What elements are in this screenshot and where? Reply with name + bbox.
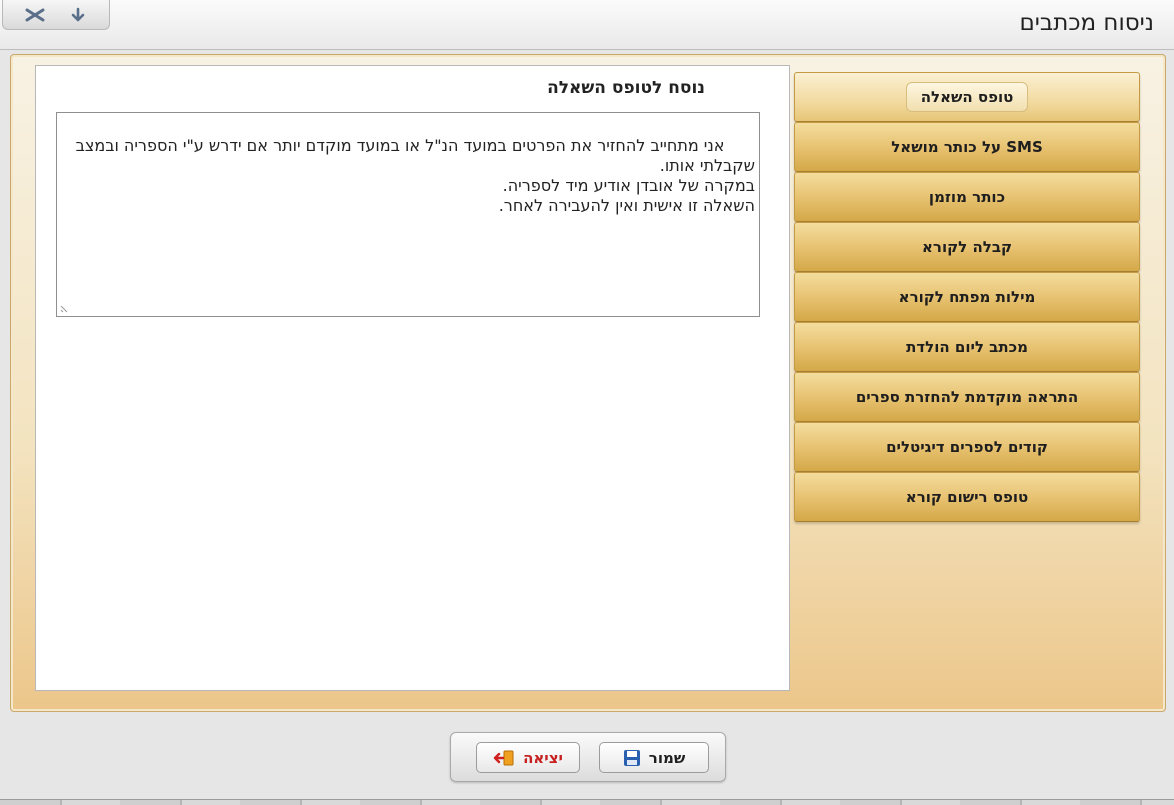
resize-grip-icon[interactable] (59, 302, 71, 314)
exit-icon (493, 750, 514, 765)
menu-item-reader-registration[interactable]: טופס רישום קורא (794, 472, 1140, 522)
save-button-label: שמור (648, 748, 686, 767)
menu-item-label: טופס רישום קורא (905, 488, 1029, 506)
letter-text: אני מתחייב להחזיר את הפרטים במועד הנ"ל א… (75, 136, 755, 215)
menu-item-label: מילות מפתח לקורא (898, 288, 1036, 306)
main-frame: נוסח לטופס השאלה אני מתחייב להחזיר את הפ… (10, 54, 1166, 712)
panel-title: נוסח לטופס השאלה (547, 78, 705, 98)
exit-button-label: יציאה (523, 748, 563, 767)
letter-text-area[interactable]: אני מתחייב להחזיר את הפרטים במועד הנ"ל א… (56, 112, 760, 317)
save-button[interactable]: שמור (599, 742, 709, 773)
arrow-down-icon[interactable] (64, 3, 92, 27)
menu-item-label: מכתב ליום הולדת (906, 338, 1028, 356)
window-title: ניסוח מכתבים (1019, 10, 1155, 36)
letter-type-menu: טופס השאלה SMS על כותר מושאל כותר מוזמן … (794, 72, 1140, 522)
menu-item-label: התראה מוקדמת להחזרת ספרים (855, 388, 1079, 406)
menu-item-label: קבלה לקורא (922, 238, 1013, 256)
floppy-disk-icon (623, 749, 640, 766)
menu-item-sms-loaned-title[interactable]: SMS על כותר מושאל (794, 122, 1140, 172)
menu-item-reader-keywords[interactable]: מילות מפתח לקורא (794, 272, 1140, 322)
letter-content-panel: נוסח לטופס השאלה אני מתחייב להחזיר את הפ… (35, 65, 790, 691)
menu-item-birthday-letter[interactable]: מכתב ליום הולדת (794, 322, 1140, 372)
menu-item-label: קודים לספרים דיגיטלים (886, 438, 1048, 456)
window-controls (2, 0, 110, 30)
menu-item-reserved-title[interactable]: כותר מוזמן (794, 172, 1140, 222)
action-bar: יציאה שמור (450, 732, 726, 782)
menu-item-digital-book-codes[interactable]: קודים לספרים דיגיטלים (794, 422, 1140, 472)
menu-item-label: טופס השאלה (905, 82, 1029, 112)
close-icon[interactable] (21, 3, 49, 27)
exit-button[interactable]: יציאה (476, 742, 580, 773)
menu-item-label: SMS על כותר מושאל (891, 138, 1043, 156)
menu-item-reader-receipt[interactable]: קבלה לקורא (794, 222, 1140, 272)
taskbar-strip (0, 799, 1174, 805)
menu-item-return-reminder[interactable]: התראה מוקדמת להחזרת ספרים (794, 372, 1140, 422)
menu-item-label: כותר מוזמן (928, 188, 1006, 206)
menu-item-loan-form[interactable]: טופס השאלה (794, 72, 1140, 122)
title-bar: ניסוח מכתבים (0, 0, 1174, 50)
